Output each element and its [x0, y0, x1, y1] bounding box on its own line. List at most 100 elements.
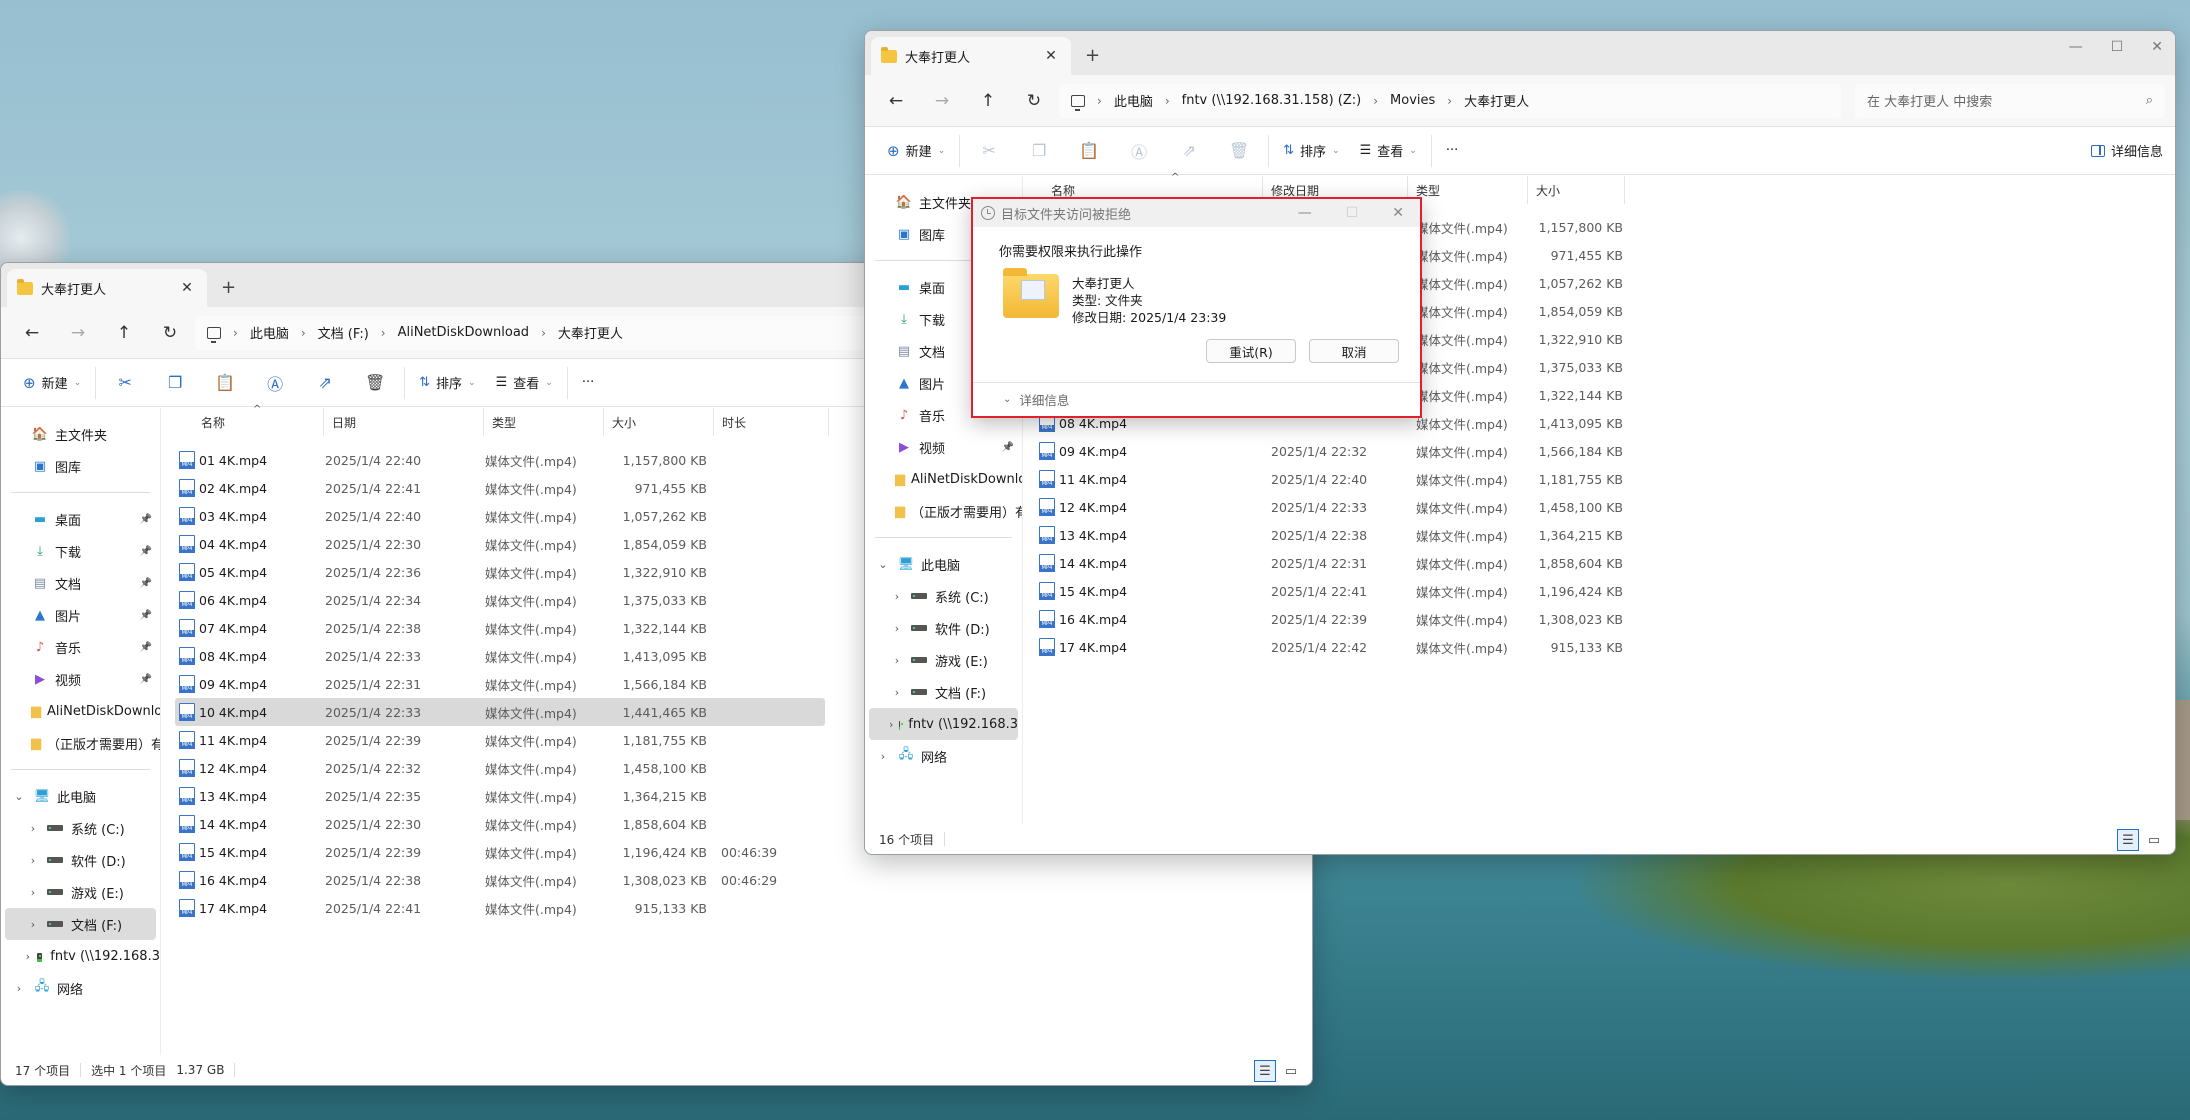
paste-icon[interactable]: 📋	[1064, 141, 1114, 160]
delete-icon[interactable]: 🗑	[1214, 141, 1264, 160]
sidebar-item-pinned[interactable]: ▆ （正版才需要用）有	[865, 495, 1022, 527]
sidebar-item-pinned[interactable]: ▤ 文档 📌	[1, 567, 160, 599]
maximize-icon[interactable]: ☐	[2111, 39, 2124, 55]
copy-icon[interactable]: ❐	[150, 373, 200, 392]
file-row[interactable]: 11 4K.mp4 2025/1/4 22:39 媒体文件(.mp4) 1,181,7…	[175, 726, 825, 754]
chevron-right-icon[interactable]: ›	[889, 718, 893, 731]
address-bar[interactable]: › 此电脑 › fntv (\\192.168.31.158) (Z:) › M…	[1059, 83, 1841, 118]
details-view-icon[interactable]: ☰	[1254, 1060, 1276, 1082]
back-icon[interactable]: ←	[875, 91, 917, 111]
chevron-right-icon[interactable]: ›	[889, 654, 905, 667]
breadcrumb-item[interactable]: 此电脑	[1114, 91, 1153, 110]
up-icon[interactable]: ↑	[967, 91, 1009, 111]
sidebar-item-drive[interactable]: › 软件 (D:)	[865, 612, 1022, 644]
file-row[interactable]: 15 4K.mp4 2025/1/4 22:41 媒体文件(.mp4) 1,196,4…	[1035, 577, 1635, 605]
breadcrumb-item[interactable]: fntv (\\192.168.31.158) (Z:)	[1182, 93, 1362, 108]
pin-icon[interactable]: 📌	[140, 514, 152, 525]
sidebar-item-drive[interactable]: › 系统 (C:)	[865, 580, 1022, 612]
close-dialog-icon[interactable]: ✕	[1392, 205, 1404, 221]
tiles-view-icon[interactable]: ▭	[1280, 1060, 1302, 1082]
file-row[interactable]: 01 4K.mp4 2025/1/4 22:40 媒体文件(.mp4) 1,157,8…	[175, 446, 825, 474]
sidebar-item-home[interactable]: 🏠 主文件夹	[1, 418, 160, 450]
tab-active[interactable]: 大奉打更人 ✕	[7, 269, 207, 307]
cut-icon[interactable]: ✂	[964, 141, 1014, 160]
chevron-right-icon[interactable]: ›	[889, 686, 905, 699]
sort-button[interactable]: ⇅ 排序 ⌄	[1273, 133, 1349, 169]
column-header-date[interactable]: 日期	[324, 408, 484, 436]
column-header-type[interactable]: 类型	[1408, 176, 1528, 204]
sidebar-item-pinned[interactable]: ▬ 桌面 📌	[1, 503, 160, 535]
sidebar-item-drive[interactable]: › fntv (\\192.168.3	[1, 940, 160, 972]
tab-active[interactable]: 大奉打更人 ✕	[871, 37, 1071, 75]
sort-button[interactable]: ⇅ 排序 ⌄	[409, 365, 485, 401]
forward-icon[interactable]: →	[921, 91, 963, 111]
chevron-right-icon[interactable]: ›	[889, 622, 905, 635]
file-row[interactable]: 02 4K.mp4 2025/1/4 22:41 媒体文件(.mp4) 971,455…	[175, 474, 825, 502]
rename-icon[interactable]: Ⓐ	[250, 371, 300, 395]
back-icon[interactable]: ←	[11, 323, 53, 343]
details-pane-button[interactable]: 详细信息	[2090, 141, 2163, 160]
file-row[interactable]: 08 4K.mp4 2025/1/4 22:33 媒体文件(.mp4) 1,413,0…	[175, 642, 825, 670]
file-row[interactable]: 14 4K.mp4 2025/1/4 22:30 媒体文件(.mp4) 1,858,6…	[175, 810, 825, 838]
search-box[interactable]: 在 大奉打更人 中搜索 ⌕	[1855, 83, 2165, 118]
share-icon[interactable]: ⇗	[300, 373, 350, 392]
file-row[interactable]: 09 4K.mp4 2025/1/4 22:32 媒体文件(.mp4) 1,566,1…	[1035, 437, 1635, 465]
sidebar-item-drive[interactable]: › 文档 (F:)	[865, 676, 1022, 708]
file-row[interactable]: 03 4K.mp4 2025/1/4 22:40 媒体文件(.mp4) 1,057,2…	[175, 502, 825, 530]
paste-icon[interactable]: 📋	[200, 373, 250, 392]
sidebar-item-drive[interactable]: › 软件 (D:)	[1, 844, 160, 876]
file-row[interactable]: 13 4K.mp4 2025/1/4 22:38 媒体文件(.mp4) 1,364,2…	[1035, 521, 1635, 549]
file-row[interactable]: 16 4K.mp4 2025/1/4 22:38 媒体文件(.mp4) 1,308,0…	[175, 866, 825, 894]
file-row[interactable]: 14 4K.mp4 2025/1/4 22:31 媒体文件(.mp4) 1,858,6…	[1035, 549, 1635, 577]
new-tab-button[interactable]: +	[221, 277, 236, 298]
chevron-down-icon[interactable]: ⌄	[875, 558, 891, 571]
column-header-duration[interactable]: 时长	[714, 408, 829, 436]
file-row[interactable]: 11 4K.mp4 2025/1/4 22:40 媒体文件(.mp4) 1,181,7…	[1035, 465, 1635, 493]
file-row[interactable]: 04 4K.mp4 2025/1/4 22:30 媒体文件(.mp4) 1,854,0…	[175, 530, 825, 558]
sidebar-item-pinned[interactable]: ▆ （正版才需要用）有	[1, 727, 160, 759]
cancel-button[interactable]: 取消	[1309, 339, 1399, 363]
chevron-right-icon[interactable]: ›	[25, 918, 41, 931]
sidebar-item-pinned[interactable]: ▆ AliNetDiskDownload	[1, 695, 160, 727]
file-row[interactable]: 17 4K.mp4 2025/1/4 22:41 媒体文件(.mp4) 915,133…	[175, 894, 825, 922]
breadcrumb-item[interactable]: 文档 (F:)	[318, 323, 369, 342]
cut-icon[interactable]: ✂	[100, 373, 150, 392]
minimize-icon[interactable]: —	[2069, 39, 2083, 55]
more-options-button[interactable]: ···	[1436, 133, 1468, 169]
file-row[interactable]: 12 4K.mp4 2025/1/4 22:32 媒体文件(.mp4) 1,458,1…	[175, 754, 825, 782]
delete-icon[interactable]: 🗑	[350, 373, 400, 392]
sidebar-item-gallery[interactable]: ▣ 图库	[1, 450, 160, 482]
chevron-right-icon[interactable]: ›	[25, 854, 41, 867]
chevron-right-icon[interactable]: ›	[25, 950, 31, 963]
new-button[interactable]: ⊕ 新建 ⌄	[877, 133, 955, 169]
file-row[interactable]: 06 4K.mp4 2025/1/4 22:34 媒体文件(.mp4) 1,375,0…	[175, 586, 825, 614]
chevron-right-icon[interactable]: ›	[25, 886, 41, 899]
column-header-size[interactable]: 大小	[1528, 176, 1625, 204]
breadcrumb-item[interactable]: 大奉打更人	[558, 323, 623, 342]
pin-icon[interactable]: 📌	[140, 674, 152, 685]
file-row[interactable]: 09 4K.mp4 2025/1/4 22:31 媒体文件(.mp4) 1,566,1…	[175, 670, 825, 698]
chevron-right-icon[interactable]: ›	[11, 982, 27, 995]
more-options-button[interactable]: ···	[572, 365, 604, 401]
share-icon[interactable]: ⇗	[1164, 141, 1214, 160]
breadcrumb-item[interactable]: 此电脑	[250, 323, 289, 342]
forward-icon[interactable]: →	[57, 323, 99, 343]
sidebar-item-drive[interactable]: › fntv (\\192.168.3	[869, 708, 1018, 740]
sidebar-item-drive[interactable]: › 系统 (C:)	[1, 812, 160, 844]
file-row[interactable]: 13 4K.mp4 2025/1/4 22:35 媒体文件(.mp4) 1,364,2…	[175, 782, 825, 810]
chevron-right-icon[interactable]: ›	[889, 590, 905, 603]
file-row[interactable]: 07 4K.mp4 2025/1/4 22:38 媒体文件(.mp4) 1,322,1…	[175, 614, 825, 642]
view-button[interactable]: ☰ 查看 ⌄	[1350, 133, 1427, 169]
file-row[interactable]: 12 4K.mp4 2025/1/4 22:33 媒体文件(.mp4) 1,458,1…	[1035, 493, 1635, 521]
sidebar-item-pinned[interactable]: ⤓ 下载 📌	[1, 535, 160, 567]
pin-icon[interactable]: 📌	[140, 578, 152, 589]
refresh-icon[interactable]: ↻	[149, 323, 191, 343]
retry-button[interactable]: 重试(R)	[1206, 339, 1296, 363]
sidebar-item-drive[interactable]: › 游戏 (E:)	[1, 876, 160, 908]
sidebar-item-this-pc[interactable]: ⌄ 🖥 此电脑	[865, 548, 1022, 580]
chevron-right-icon[interactable]: ›	[25, 822, 41, 835]
column-header-type[interactable]: 类型	[484, 408, 604, 436]
close-tab-icon[interactable]: ✕	[1041, 48, 1061, 64]
up-icon[interactable]: ↑	[103, 323, 145, 343]
sidebar-item-this-pc[interactable]: ⌄ 🖥 此电脑	[1, 780, 160, 812]
